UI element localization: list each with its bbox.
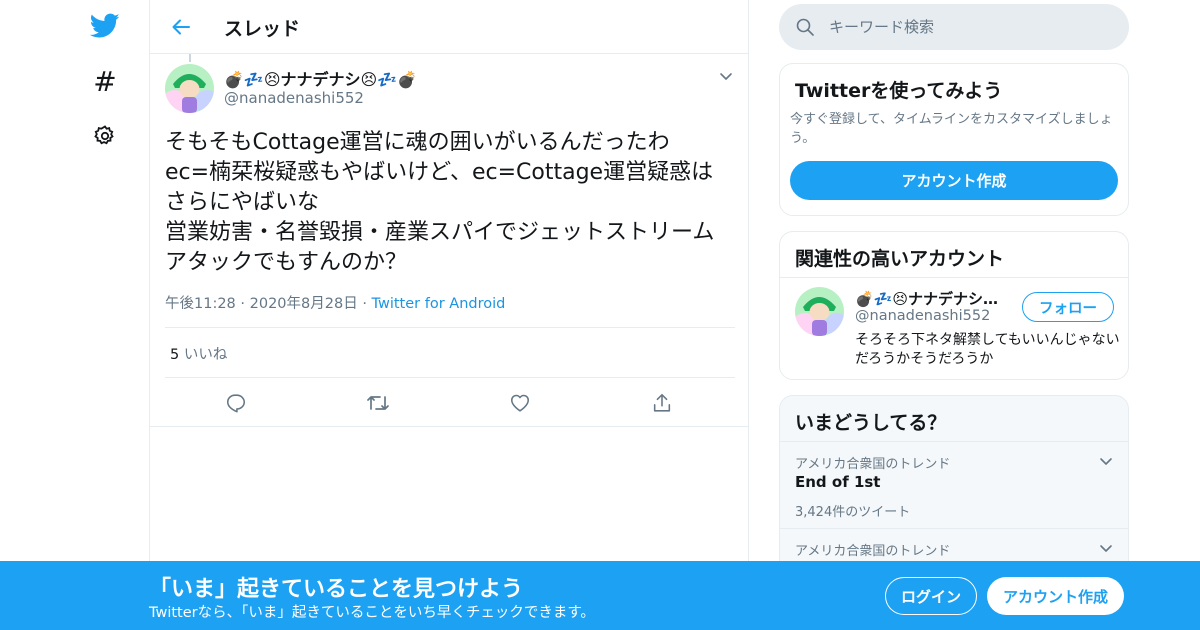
related-card-title: 関連性の高いアカウント (795, 248, 1005, 270)
thread-connector (189, 54, 191, 62)
tweet-meta: 午後11:28 · 2020年8月28日 · Twitter for Andro… (165, 292, 505, 313)
meta-dot: · (362, 296, 372, 312)
search-icon (795, 17, 815, 37)
retweet-icon[interactable] (365, 390, 391, 416)
like-count: 5 (170, 347, 180, 363)
divider (150, 426, 748, 427)
twitter-logo-icon[interactable] (90, 11, 120, 41)
main-column: スレッド 💣💤😣ナナデナシ😣💤💣 @nanadenashi552 そもそもCot… (149, 0, 749, 630)
gear-icon[interactable] (90, 121, 120, 151)
related-account-bio: そろそろ下ネタ解禁してもいいんじゃないだろうかそうだろうか (855, 332, 1120, 367)
tweet-actions (150, 377, 748, 429)
search-input[interactable] (829, 12, 1109, 42)
reply-icon[interactable] (223, 390, 249, 416)
search-box (779, 4, 1129, 50)
related-account-name[interactable]: 💣💤😣ナナデナシ😣💤💣 (855, 288, 1011, 309)
like-label: いいね (183, 347, 228, 363)
chevron-down-icon[interactable] (1098, 453, 1114, 469)
chevron-down-icon[interactable] (1098, 540, 1114, 556)
signup-button[interactable]: アカウント作成 (987, 577, 1124, 615)
related-accounts-card: 関連性の高いアカウント 💣💤😣ナナデナシ😣💤💣 @nanadenashi552 … (779, 231, 1129, 380)
divider (165, 327, 735, 328)
chevron-down-icon[interactable] (718, 68, 734, 84)
tweet-author-name[interactable]: 💣💤😣ナナデナシ😣💤💣 (224, 66, 417, 90)
trends-card-title: いまどうしてる？ (795, 412, 947, 434)
tweet-date[interactable]: 2020年8月28日 (250, 296, 358, 312)
trend-title: End of 1st (795, 473, 881, 491)
like-count-row[interactable]: 5 いいね (170, 343, 227, 364)
share-icon[interactable] (649, 390, 675, 416)
related-account-handle[interactable]: @nanadenashi552 (855, 308, 990, 324)
page-title: スレッド (224, 18, 301, 40)
login-banner: 「いま」起きていることを見つけよう Twitterなら、「いま」起きていることを… (0, 561, 1200, 630)
heart-icon[interactable] (507, 390, 533, 416)
create-account-button[interactable]: アカウント作成 (790, 161, 1118, 200)
meta-dot: · (240, 296, 250, 312)
follow-button[interactable]: フォロー (1022, 292, 1114, 322)
divider (780, 277, 1128, 278)
trend-count: 3,424件のツイート (795, 505, 911, 520)
signup-card: Twitterを使ってみよう 今すぐ登録して、タイムラインをカスタマイズしましょ… (779, 63, 1129, 216)
avatar[interactable] (795, 287, 844, 336)
signup-card-title: Twitterを使ってみよう (795, 80, 1003, 102)
tweet-time[interactable]: 午後11:28 (165, 296, 236, 312)
trend-context: アメリカ合衆国のトレンド (795, 457, 951, 472)
login-button[interactable]: ログイン (885, 577, 977, 615)
banner-title: 「いま」起きていることを見つけよう (149, 577, 524, 602)
avatar[interactable] (165, 64, 214, 113)
signup-card-description: 今すぐ登録して、タイムラインをカスタマイズしましょう。 (790, 112, 1113, 146)
tweet-text: そもそもCottage運営に魂の囲いがいるんだったわ ec=楠栞桜疑惑もやばいけ… (165, 130, 715, 275)
trend-context: アメリカ合衆国のトレンド (795, 544, 951, 559)
tweet-source-link[interactable]: Twitter for Android (372, 296, 506, 312)
page-root: # スレッド 💣💤😣ナナデナシ😣💤💣 @nanadenashi552 そもそもC… (0, 0, 1200, 630)
banner-subtitle: Twitterなら、「いま」起きていることをいち早くチェックできます。 (149, 605, 595, 621)
thread-header: スレッド (150, 0, 748, 54)
hashtag-icon[interactable]: # (90, 65, 120, 98)
tweet-author-handle[interactable]: @nanadenashi552 (224, 89, 364, 107)
trend-item[interactable]: アメリカ合衆国のトレンド End of 1st 3,424件のツイート (780, 441, 1128, 528)
back-arrow-icon[interactable] (168, 14, 194, 40)
